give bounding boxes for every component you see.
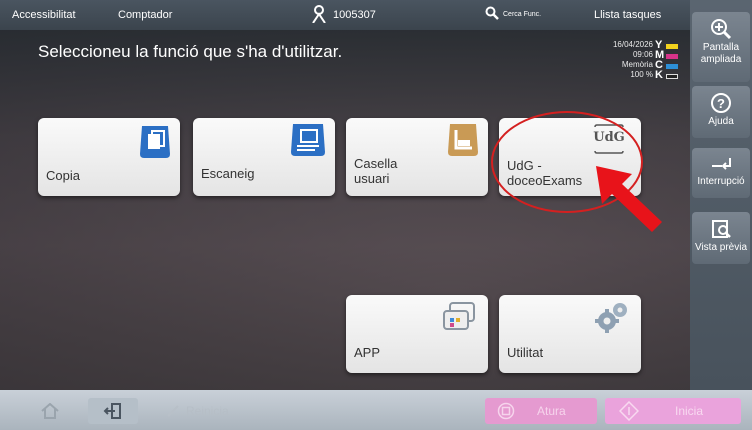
preview-button[interactable]: Vista prèvia (692, 212, 750, 264)
zoom-label-line1: Pantalla (702, 42, 740, 53)
copier-screen: Accessibilitat Comptador 1005307 Cerca F… (0, 0, 752, 430)
reset-icon (167, 405, 179, 417)
search-function-button[interactable]: Cerca Func. (503, 11, 541, 18)
search-icon[interactable] (485, 6, 499, 23)
counter-button[interactable]: Comptador (118, 9, 172, 21)
top-bar: Accessibilitat Comptador 1005307 Cerca F… (0, 0, 690, 30)
help-button[interactable]: ? Ajuda (692, 86, 750, 138)
accessibility-button[interactable]: Accessibilitat (12, 9, 76, 21)
logout-icon (103, 403, 121, 419)
preview-icon (712, 220, 731, 238)
page-title: Seleccioneu la funció que s'ha d'utilitz… (38, 42, 343, 61)
preview-label: Vista prèvia (694, 242, 748, 253)
user-id: 1005307 (333, 9, 376, 21)
interrupt-button[interactable]: Interrupció (692, 148, 750, 198)
logout-button[interactable] (88, 398, 138, 424)
zoom-screen-button[interactable]: Pantalla ampliada (692, 12, 750, 82)
toner-bar-magenta (666, 54, 678, 59)
svg-text:?: ? (717, 96, 725, 111)
app-label: APP (354, 345, 381, 360)
bottom-bar: Reinicia Atura Inicia (0, 390, 752, 430)
user-icon (312, 5, 326, 26)
stop-icon (497, 402, 515, 420)
copy-tile[interactable]: Copia (38, 118, 180, 196)
app-tile[interactable]: APP (346, 295, 488, 373)
home-icon (41, 403, 59, 419)
interrupt-icon (712, 158, 731, 170)
user-box-icon (448, 124, 478, 156)
toner-levels: Y M C K (655, 40, 681, 81)
scan-tile[interactable]: Escaneig (193, 118, 335, 196)
user-box-tile[interactable]: Casella usuari (346, 118, 488, 196)
home-button[interactable] (30, 398, 70, 424)
status-panel: 16/04/2026 09:06 Memòria 100 % Y M C K (575, 40, 685, 88)
help-label: Ajuda (708, 116, 734, 127)
stop-label: Atura (537, 404, 566, 418)
date-text: 16/04/2026 (612, 40, 653, 49)
toner-bar-cyan (666, 64, 678, 69)
app-icon (443, 302, 475, 330)
red-arrow-icon (596, 166, 662, 232)
interrupt-label: Interrupció (697, 176, 745, 187)
start-label: Inicia (675, 404, 704, 418)
gear-icon (595, 303, 627, 333)
job-list-button[interactable]: Llista tasques (594, 9, 661, 21)
toner-bar-yellow (666, 44, 678, 49)
start-button[interactable]: Inicia (605, 398, 741, 424)
right-sidebar: Pantalla ampliada ? Ajuda Interrupció Vi… (690, 0, 752, 390)
utility-tile[interactable]: Utilitat (499, 295, 641, 373)
user-box-label-line1: Casella (354, 156, 398, 171)
user-box-label-line2: usuari (354, 171, 390, 186)
reset-label: Reinicia (186, 404, 229, 418)
zoom-in-icon (711, 19, 732, 40)
zoom-label-line2: ampliada (700, 54, 742, 65)
stop-button[interactable]: Atura (485, 398, 597, 424)
reset-button[interactable]: Reinicia (160, 398, 270, 424)
memory-value: 100 % (630, 70, 653, 79)
main-area: Seleccioneu la funció que s'ha d'utilitz… (0, 30, 690, 390)
copy-icon (140, 126, 170, 158)
utility-label: Utilitat (507, 345, 544, 360)
help-icon: ? (711, 93, 731, 113)
toner-bar-black (666, 74, 678, 79)
scan-icon (291, 124, 325, 156)
start-icon (619, 401, 639, 421)
scan-label: Escaneig (201, 166, 255, 181)
time-text: 09:06 (632, 50, 653, 59)
memory-label: Memòria (621, 60, 653, 69)
copy-label: Copia (46, 168, 80, 183)
toner-label-k: K (655, 69, 663, 81)
